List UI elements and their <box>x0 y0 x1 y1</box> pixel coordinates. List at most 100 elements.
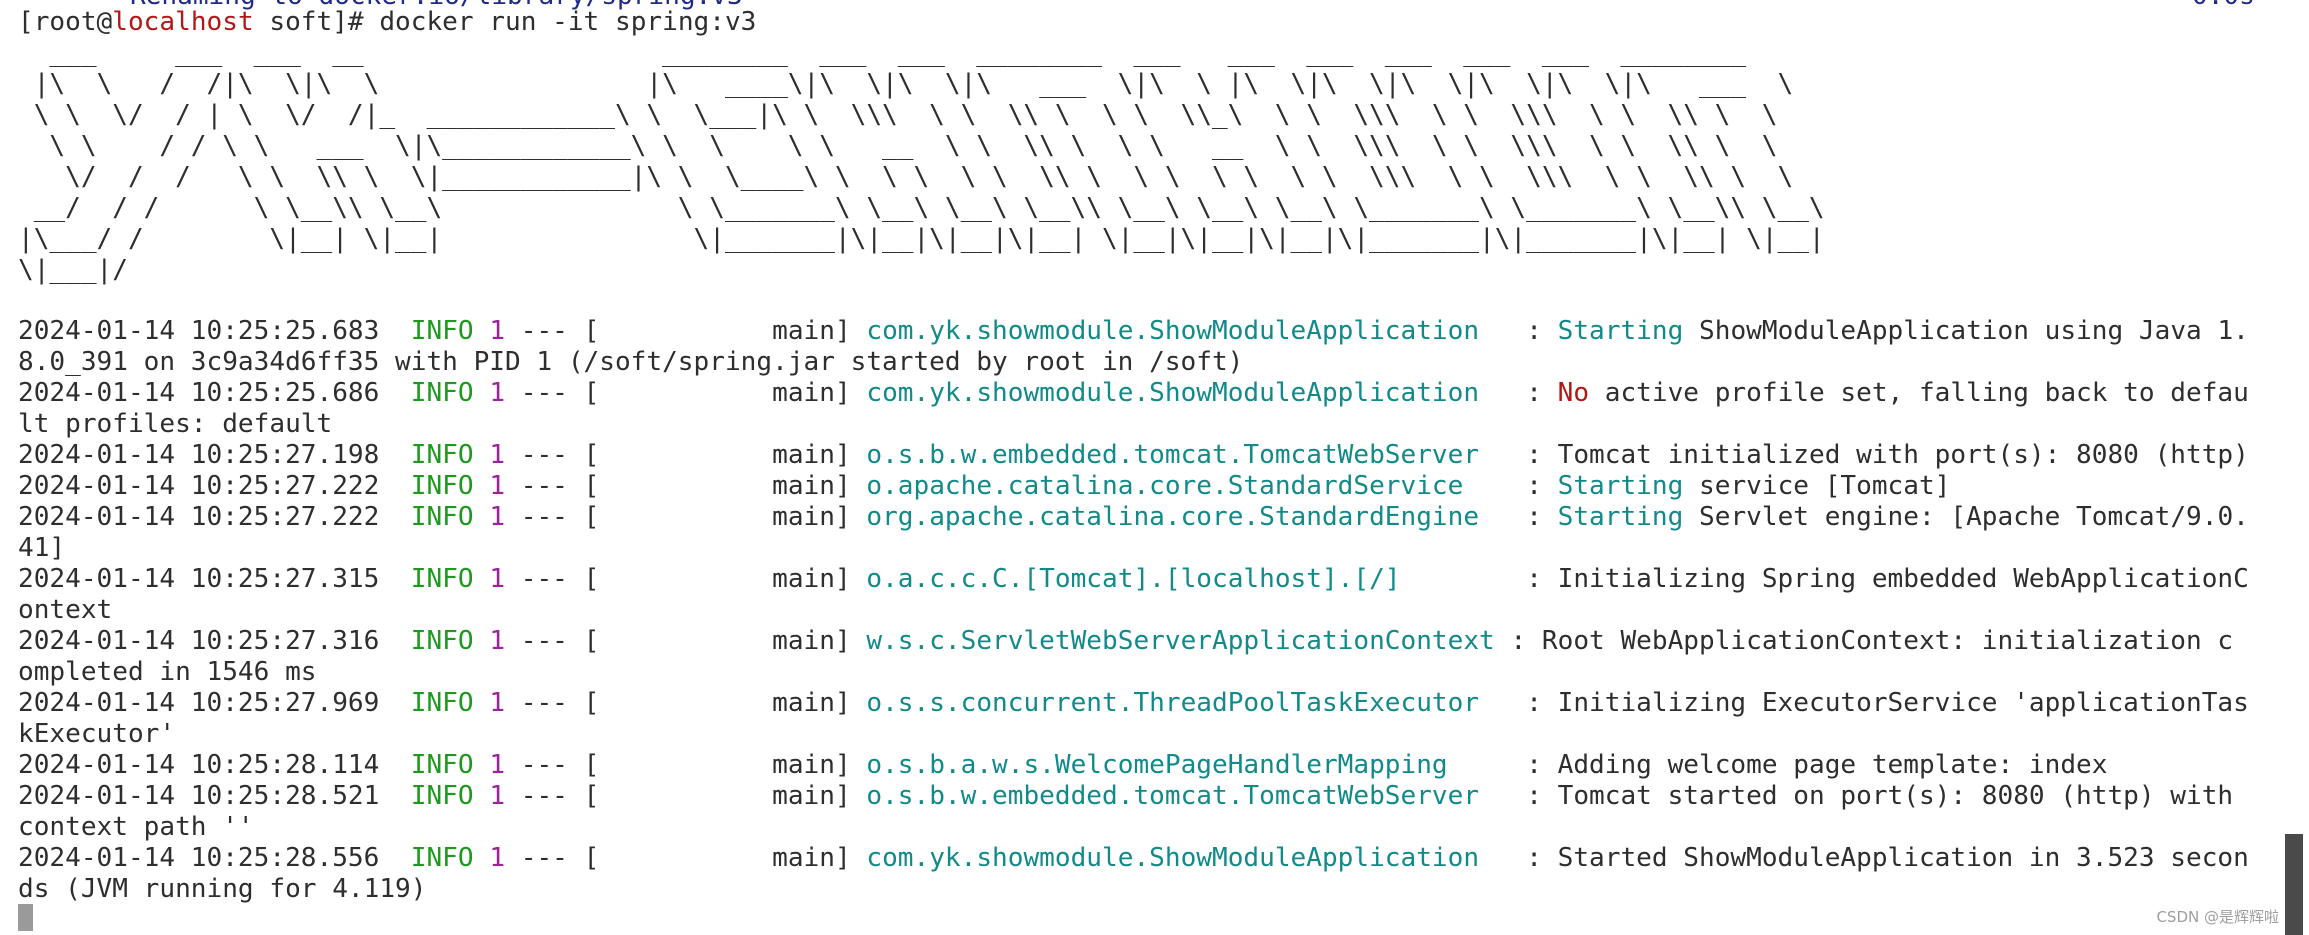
log-pid: 1 <box>489 316 506 346</box>
log-logger: o.a.c.c.C.[Tomcat].[localhost].[/] <box>866 564 1511 594</box>
banner-row: \/ / / \ \ \\ \ \|____________|\ \ \____… <box>18 162 1794 192</box>
log-level: INFO <box>410 688 474 718</box>
log-line: 2024-01-14 10:25:25.683 INFO 1 --- [ mai… <box>18 316 2249 347</box>
log-level: INFO <box>410 750 474 780</box>
log-line-continuation: kExecutor' <box>18 719 176 749</box>
log-level: INFO <box>410 316 474 346</box>
log-separator: --- [ <box>505 843 600 873</box>
log-message: active profile set, falling back to defa… <box>1589 378 2249 408</box>
log-level: INFO <box>410 564 474 594</box>
log-line: 2024-01-14 10:25:28.521 INFO 1 --- [ mai… <box>18 781 2233 812</box>
log-thread: main] <box>599 316 867 346</box>
log-timestamp: 2024-01-14 10:25:27.222 <box>18 471 380 501</box>
log-logger: o.s.b.w.embedded.tomcat.TomcatWebServer <box>866 781 1511 811</box>
log-separator: --- [ <box>505 378 600 408</box>
log-level: INFO <box>410 471 474 501</box>
log-logger: o.s.b.a.w.s.WelcomePageHandlerMapping <box>866 750 1511 780</box>
log-timestamp: 2024-01-14 10:25:27.316 <box>18 626 380 656</box>
log-line: 2024-01-14 10:25:28.556 INFO 1 --- [ mai… <box>18 843 2249 874</box>
log-timestamp: 2024-01-14 10:25:28.556 <box>18 843 380 873</box>
log-line-continuation: lt profiles: default <box>18 409 333 439</box>
log-keyword: Starting <box>1557 502 1684 532</box>
log-logger: com.yk.showmodule.ShowModuleApplication <box>866 378 1511 408</box>
log-timestamp: 2024-01-14 10:25:28.521 <box>18 781 380 811</box>
log-thread: main] <box>599 843 867 873</box>
log-pid: 1 <box>489 781 506 811</box>
log-colon: : <box>1494 626 1542 656</box>
log-timestamp: 2024-01-14 10:25:27.222 <box>18 502 380 532</box>
log-level: INFO <box>410 440 474 470</box>
log-separator: --- [ <box>505 564 600 594</box>
log-level: INFO <box>410 626 474 656</box>
log-message: ShowModuleApplication using Java 1. <box>1683 316 2249 346</box>
log-timestamp: 2024-01-14 10:25:27.969 <box>18 688 380 718</box>
log-logger: o.s.s.concurrent.ThreadPoolTaskExecutor <box>866 688 1511 718</box>
log-line: 2024-01-14 10:25:27.198 INFO 1 --- [ mai… <box>18 440 2249 471</box>
log-message: Adding welcome page template: index <box>1557 750 2108 780</box>
log-timestamp: 2024-01-14 10:25:25.683 <box>18 316 380 346</box>
log-pid: 1 <box>489 843 506 873</box>
log-pid: 1 <box>489 688 506 718</box>
log-colon: : <box>1510 564 1558 594</box>
prompt-command: soft]# docker run -it spring:v3 <box>253 7 757 37</box>
banner-row: \|___|/ <box>18 255 128 285</box>
watermark: CSDN @是辉辉啦 <box>2156 908 2279 926</box>
log-timestamp: 2024-01-14 10:25:28.114 <box>18 750 380 780</box>
log-thread: main] <box>599 471 867 501</box>
log-colon: : <box>1510 440 1558 470</box>
log-message: service [Tomcat] <box>1683 471 1951 501</box>
log-separator: --- [ <box>505 626 600 656</box>
log-line: 2024-01-14 10:25:27.969 INFO 1 --- [ mai… <box>18 688 2249 719</box>
log-separator: --- [ <box>505 750 600 780</box>
log-level: INFO <box>410 843 474 873</box>
banner-row: \ \ / / \ \ ___ \|\____________\ \ \ \ \… <box>18 131 1778 161</box>
log-timestamp: 2024-01-14 10:25:25.686 <box>18 378 380 408</box>
log-colon: : <box>1510 378 1558 408</box>
log-thread: main] <box>599 626 867 656</box>
log-line: 2024-01-14 10:25:25.686 INFO 1 --- [ mai… <box>18 378 2249 409</box>
log-pid: 1 <box>489 378 506 408</box>
partial-top-right-text: 0.0s <box>2192 0 2255 12</box>
log-line: 2024-01-14 10:25:27.222 INFO 1 --- [ mai… <box>18 502 2249 533</box>
log-pid: 1 <box>489 564 506 594</box>
log-colon: : <box>1510 688 1558 718</box>
banner-row: |\___/ / \|__| \|__| \|_______|\|__|\|__… <box>18 224 1825 254</box>
log-message: Root WebApplicationContext: initializati… <box>1541 626 2234 656</box>
log-logger: o.apache.catalina.core.StandardService <box>866 471 1511 501</box>
log-thread: main] <box>599 781 867 811</box>
scrollbar-thumb[interactable] <box>2285 834 2303 935</box>
log-message: Servlet engine: [Apache Tomcat/9.0. <box>1683 502 2249 532</box>
log-line: 2024-01-14 10:25:27.222 INFO 1 --- [ mai… <box>18 471 1950 502</box>
log-timestamp: 2024-01-14 10:25:27.315 <box>18 564 380 594</box>
log-keyword: No <box>1557 378 1590 408</box>
log-line-continuation: 8.0_391 on 3c9a34d6ff35 with PID 1 (/sof… <box>18 347 1244 377</box>
log-pid: 1 <box>489 471 506 501</box>
log-thread: main] <box>599 564 867 594</box>
log-separator: --- [ <box>505 781 600 811</box>
log-message: Tomcat started on port(s): 8080 (http) w… <box>1557 781 2234 811</box>
log-pid: 1 <box>489 440 506 470</box>
log-pid: 1 <box>489 502 506 532</box>
log-line-continuation: ompleted in 1546 ms <box>18 657 317 687</box>
log-logger: w.s.c.ServletWebServerApplicationContext <box>866 626 1495 656</box>
banner-row: \ \ \/ / | \ \/ /|_ ____________\ \ \___… <box>18 100 1778 130</box>
log-message: Initializing Spring embedded WebApplicat… <box>1557 564 2249 594</box>
log-separator: --- [ <box>505 471 600 501</box>
log-thread: main] <box>599 688 867 718</box>
banner-row: ___ ___ ___ __ ________ ___ ___ ________… <box>18 38 1747 68</box>
log-line-continuation: 41] <box>18 533 66 563</box>
log-line-continuation: context path '' <box>18 812 254 842</box>
log-logger: com.yk.showmodule.ShowModuleApplication <box>866 843 1511 873</box>
prompt-open: [root@ <box>18 7 113 37</box>
banner-row: __/ / / \ \__\\ \__\ \ \_______\ \__\ \_… <box>18 193 1825 223</box>
log-message: Tomcat initialized with port(s): 8080 (h… <box>1557 440 2249 470</box>
log-logger: o.s.b.w.embedded.tomcat.TomcatWebServer <box>866 440 1511 470</box>
log-line-continuation: ds (JVM running for 4.119) <box>18 874 427 904</box>
banner-row: |\ \ / /|\ \|\ \ |\ ____\|\ \|\ \|\ ___ … <box>18 69 1794 99</box>
log-colon: : <box>1510 750 1558 780</box>
shell-prompt-line: [root@localhost soft]# docker run -it sp… <box>18 7 756 38</box>
scrollbar-track[interactable] <box>2282 0 2309 935</box>
terminal-window[interactable]: Renaming to docker.io/library/spring:v3 … <box>0 0 2282 935</box>
log-thread: main] <box>599 440 867 470</box>
log-colon: : <box>1510 316 1558 346</box>
